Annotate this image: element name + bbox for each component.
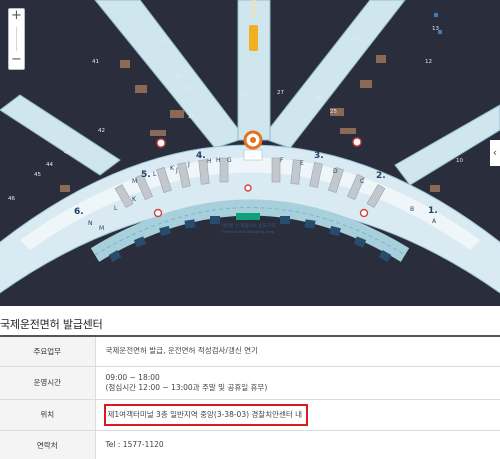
row-value-main-work: 국제운전면허 발급, 운전면허 적성검사/갱신 연기 bbox=[95, 336, 500, 367]
zoom-in-button[interactable]: + bbox=[9, 9, 24, 24]
section-1: 1. bbox=[428, 206, 438, 216]
terminal-floor-plan: 31 41 30 29 28 27 26 25 24 13 12 23 42 4… bbox=[0, 0, 500, 294]
gate-30: 30 bbox=[175, 74, 182, 80]
gate-13: 13 bbox=[432, 26, 439, 32]
gate-12: 12 bbox=[425, 59, 432, 65]
zoom-control: + − bbox=[8, 8, 25, 70]
section-4: 4. bbox=[196, 151, 206, 161]
section-heading: 국제운전면허 발급센터 bbox=[0, 318, 103, 331]
row-value-contact: Tel : 1577-1120 bbox=[95, 430, 500, 459]
bus-area-label-ko: 미터발 인 제플러스 승차구역 bbox=[221, 222, 275, 229]
svg-text:C: C bbox=[360, 178, 364, 185]
gate-42: 42 bbox=[98, 128, 105, 134]
gate-29: 29 bbox=[185, 86, 192, 92]
airport-terminal-map[interactable]: 31 41 30 29 28 27 26 25 24 13 12 23 42 4… bbox=[0, 0, 500, 306]
bus-area-label-en: Terminal Bus Boarding Area bbox=[221, 229, 274, 234]
row-value-hours: 09:00 ~ 18:00 (점심시간 12:00 ~ 13:00과 주말 및 … bbox=[95, 366, 500, 400]
police-center-block bbox=[243, 149, 263, 161]
gate-41: 41 bbox=[92, 59, 99, 65]
bus-boarding-area bbox=[236, 213, 260, 220]
section-5: 5. bbox=[141, 170, 151, 180]
gate-45: 45 bbox=[34, 172, 41, 178]
gate-27: 27 bbox=[277, 90, 284, 96]
gate-43: 43 bbox=[64, 150, 71, 156]
svg-text:N: N bbox=[88, 220, 93, 227]
table-row: 연락처 Tel : 1577-1120 bbox=[0, 430, 500, 459]
gate-28: 28 bbox=[240, 92, 247, 98]
svg-text:H: H bbox=[216, 157, 221, 164]
table-row: 운영시간 09:00 ~ 18:00 (점심시간 12:00 ~ 13:00과 … bbox=[0, 366, 500, 400]
svg-text:M: M bbox=[132, 178, 137, 185]
gate-31: 31 bbox=[162, 38, 169, 44]
gate-24: 24 bbox=[352, 36, 359, 42]
info-table: 주요업무 국제운전면허 발급, 운전면허 적성검사/갱신 연기 운영시간 09:… bbox=[0, 335, 500, 459]
gate-10: 10 bbox=[456, 158, 463, 164]
table-row: 위치 제1여객터미널 3층 일반지역 중앙(3-38-03) 경찰치안센터 내 bbox=[0, 399, 500, 431]
location-pin-dot bbox=[250, 137, 256, 143]
location-highlight-box: 제1여객터미널 3층 일반지역 중앙(3-38-03) 경찰치안센터 내 bbox=[103, 403, 309, 426]
row-label-hours: 운영시간 bbox=[0, 366, 96, 400]
gate-23: 23 bbox=[188, 114, 195, 120]
gate-25: 25 bbox=[330, 109, 337, 115]
gate-44: 44 bbox=[46, 162, 53, 168]
section-2: 2. bbox=[376, 171, 386, 181]
svg-text:F: F bbox=[280, 157, 284, 164]
svg-text:J: J bbox=[187, 161, 190, 168]
row-label-location: 위치 bbox=[0, 399, 96, 431]
svg-text:E: E bbox=[300, 160, 304, 167]
shuttle-vehicle bbox=[249, 25, 258, 51]
svg-text:D: D bbox=[333, 168, 338, 175]
shuttle-light bbox=[251, 0, 256, 18]
svg-text:H: H bbox=[207, 158, 212, 165]
row-label-contact: 연락처 bbox=[0, 430, 96, 459]
svg-text:M: M bbox=[99, 225, 104, 232]
zoom-slider-track[interactable] bbox=[16, 27, 17, 51]
svg-text:J: J bbox=[175, 167, 178, 174]
zoom-out-button[interactable]: − bbox=[9, 53, 24, 68]
svg-text:B: B bbox=[410, 206, 414, 213]
gate-26: 26 bbox=[315, 96, 322, 102]
svg-text:G: G bbox=[227, 157, 232, 164]
section-6: 6. bbox=[74, 207, 84, 217]
panel-toggle-button[interactable]: ‹ bbox=[490, 140, 500, 166]
row-value-location: 제1여객터미널 3층 일반지역 중앙(3-38-03) 경찰치안센터 내 bbox=[95, 399, 500, 431]
section-3: 3. bbox=[314, 151, 324, 161]
row-label-main-work: 주요업무 bbox=[0, 336, 96, 367]
table-row: 주요업무 국제운전면허 발급, 운전면허 적성검사/갱신 연기 bbox=[0, 336, 500, 367]
gate-11: 11 bbox=[446, 142, 453, 148]
gate-46: 46 bbox=[8, 196, 15, 202]
